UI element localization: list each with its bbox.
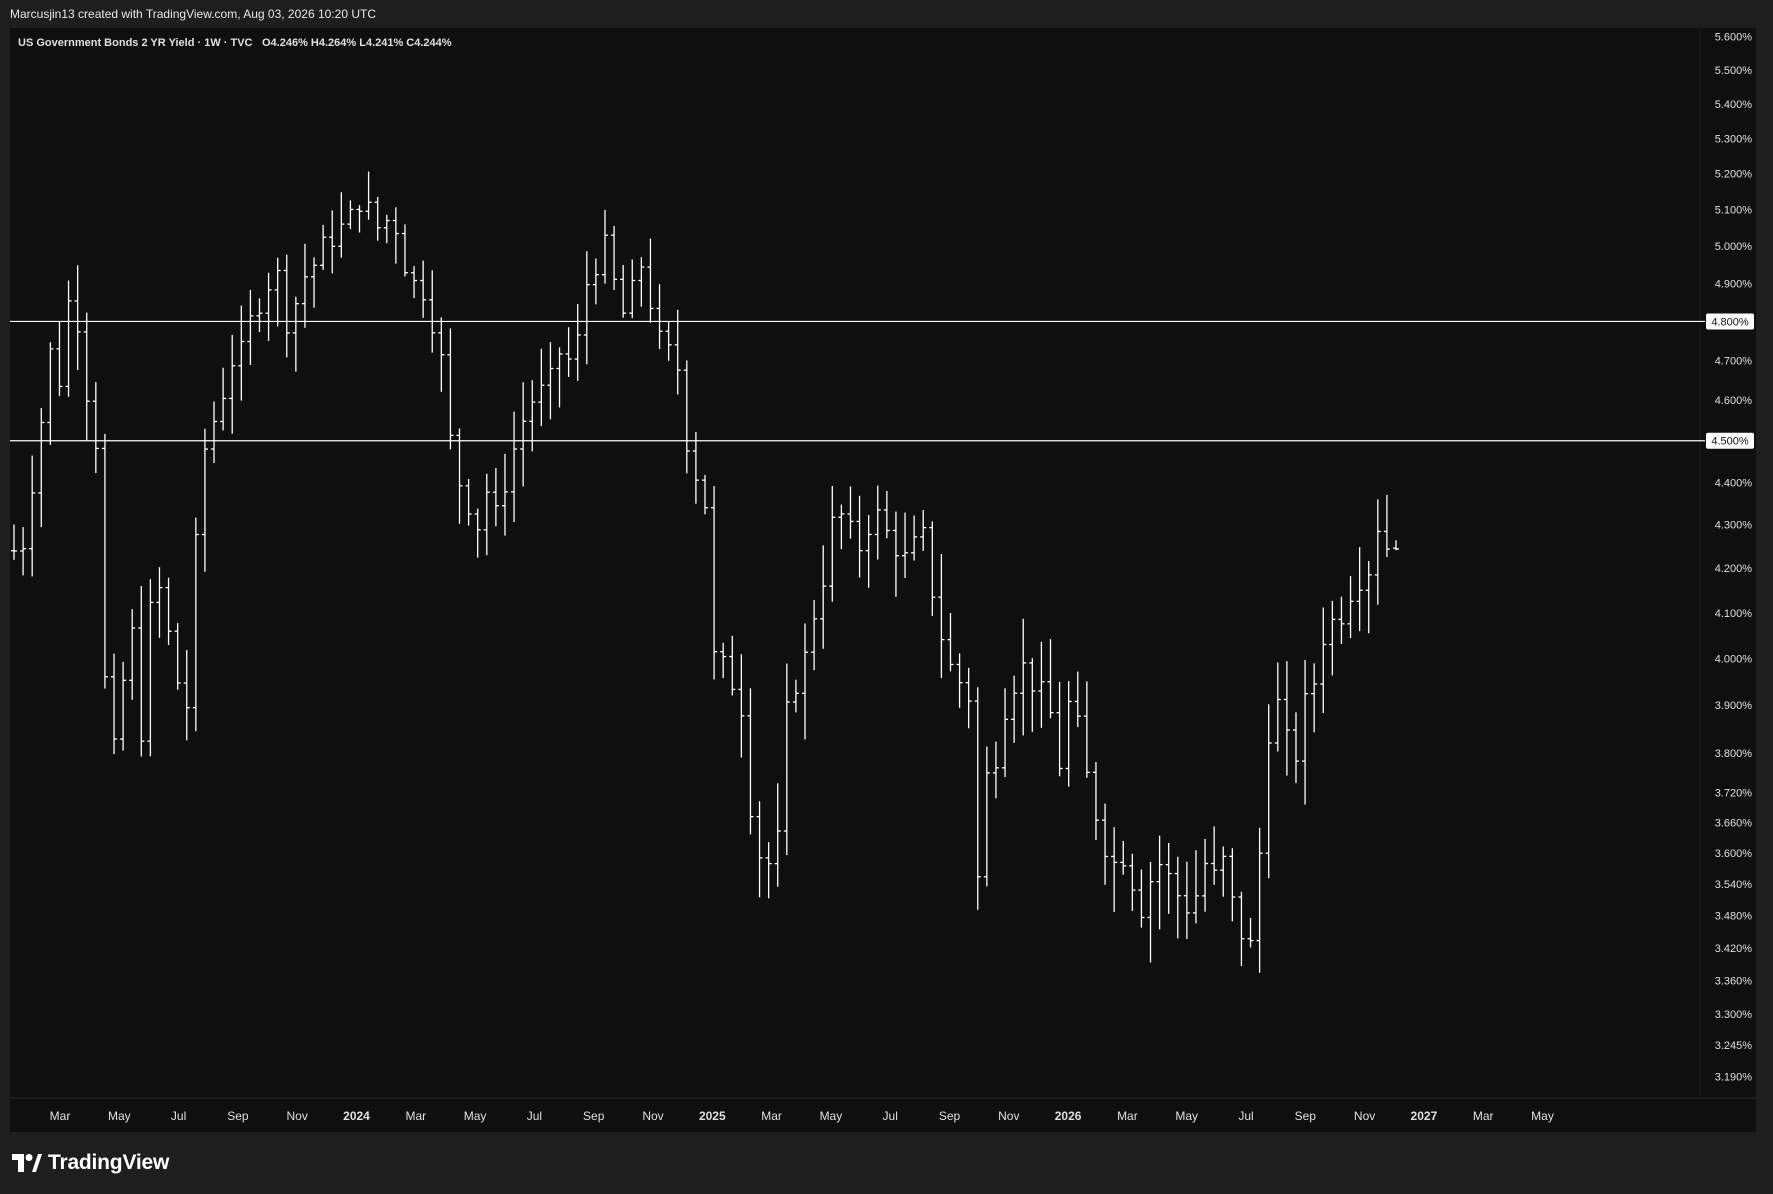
y-tick-label: 4.000% <box>1715 653 1753 665</box>
x-tick-label: Jul <box>883 1109 898 1123</box>
y-tick-label: 5.400% <box>1715 99 1753 111</box>
y-tick-label: 5.500% <box>1715 65 1753 77</box>
price-chart[interactable]: 5.600% 5.500% 5.400% 5.300% 5.200% 5.100% 5.00… <box>0 0 1773 1194</box>
brand-name: TradingView <box>48 1151 170 1174</box>
x-tick-label: 2027 <box>1411 1109 1438 1123</box>
brand-logo[interactable]: TradingView <box>12 1149 169 1177</box>
x-tick-label: Mar <box>1117 1109 1138 1123</box>
y-tick-label: 3.480% <box>1715 911 1753 923</box>
x-tick-label: Nov <box>1354 1109 1375 1123</box>
y-tick-label: 5.200% <box>1715 169 1753 181</box>
x-tick-label: May <box>1531 1109 1554 1123</box>
x-tick-label: Mar <box>50 1109 71 1123</box>
y-tick-label: 4.900% <box>1715 278 1753 290</box>
price-level-badge: 4.500% <box>1706 432 1754 449</box>
ohlc-readout: O4.246% H4.264% L4.241% C4.244% <box>262 37 452 49</box>
x-tick-label: May <box>108 1109 131 1123</box>
y-tick-label: 3.720% <box>1715 787 1753 799</box>
y-tick-label: 3.190% <box>1715 1072 1753 1084</box>
price-level-badge: 4.800% <box>1706 313 1754 330</box>
y-tick-label: 3.660% <box>1715 818 1753 830</box>
y-tick-label: 3.420% <box>1715 943 1753 955</box>
x-tick-label: May <box>1175 1109 1198 1123</box>
y-tick-label: 4.300% <box>1715 520 1753 532</box>
y-tick-label: 3.600% <box>1715 848 1753 860</box>
x-tick-label: Sep <box>1295 1109 1317 1123</box>
price-level-badge-label: 4.500% <box>1711 436 1749 448</box>
x-tick-label: 2024 <box>343 1109 370 1123</box>
y-tick-label: 4.200% <box>1715 563 1753 575</box>
x-tick-label: Mar <box>405 1109 426 1123</box>
y-tick-label: 5.600% <box>1715 32 1753 44</box>
x-tick-label: 2026 <box>1055 1109 1082 1123</box>
x-tick-label: Jul <box>171 1109 186 1123</box>
y-tick-label: 5.000% <box>1715 241 1753 253</box>
x-tick-label: 2025 <box>699 1109 726 1123</box>
y-tick-label: 4.600% <box>1715 395 1753 407</box>
y-tick-label: 5.100% <box>1715 204 1753 216</box>
plot-background <box>10 28 1756 1132</box>
x-tick-label: Mar <box>1473 1109 1494 1123</box>
y-tick-label: 4.700% <box>1715 355 1753 367</box>
x-tick-label: Sep <box>939 1109 961 1123</box>
x-tick-label: Jul <box>1238 1109 1253 1123</box>
x-tick-label: Nov <box>998 1109 1019 1123</box>
y-tick-label: 3.540% <box>1715 879 1753 891</box>
chart-title: US Government Bonds 2 YR Yield · 1W · TV… <box>18 37 253 49</box>
x-tick-label: Sep <box>227 1109 249 1123</box>
x-tick-label: Mar <box>761 1109 782 1123</box>
x-tick-label: Nov <box>287 1109 308 1123</box>
y-tick-label: 3.360% <box>1715 976 1753 988</box>
y-tick-label: 4.400% <box>1715 477 1753 489</box>
x-tick-label: Nov <box>642 1109 663 1123</box>
price-level-badge-label: 4.800% <box>1711 316 1749 328</box>
x-tick-label: May <box>464 1109 487 1123</box>
y-tick-label: 5.300% <box>1715 133 1753 145</box>
y-tick-label: 4.100% <box>1715 608 1753 620</box>
y-tick-label: 3.245% <box>1715 1040 1753 1052</box>
x-tick-label: May <box>820 1109 843 1123</box>
tradingview-logo-icon <box>12 1154 42 1172</box>
y-tick-label: 3.900% <box>1715 700 1753 712</box>
x-tick-label: Sep <box>583 1109 605 1123</box>
y-tick-label: 3.800% <box>1715 748 1753 760</box>
x-tick-label: Jul <box>527 1109 542 1123</box>
y-tick-label: 3.300% <box>1715 1009 1753 1021</box>
